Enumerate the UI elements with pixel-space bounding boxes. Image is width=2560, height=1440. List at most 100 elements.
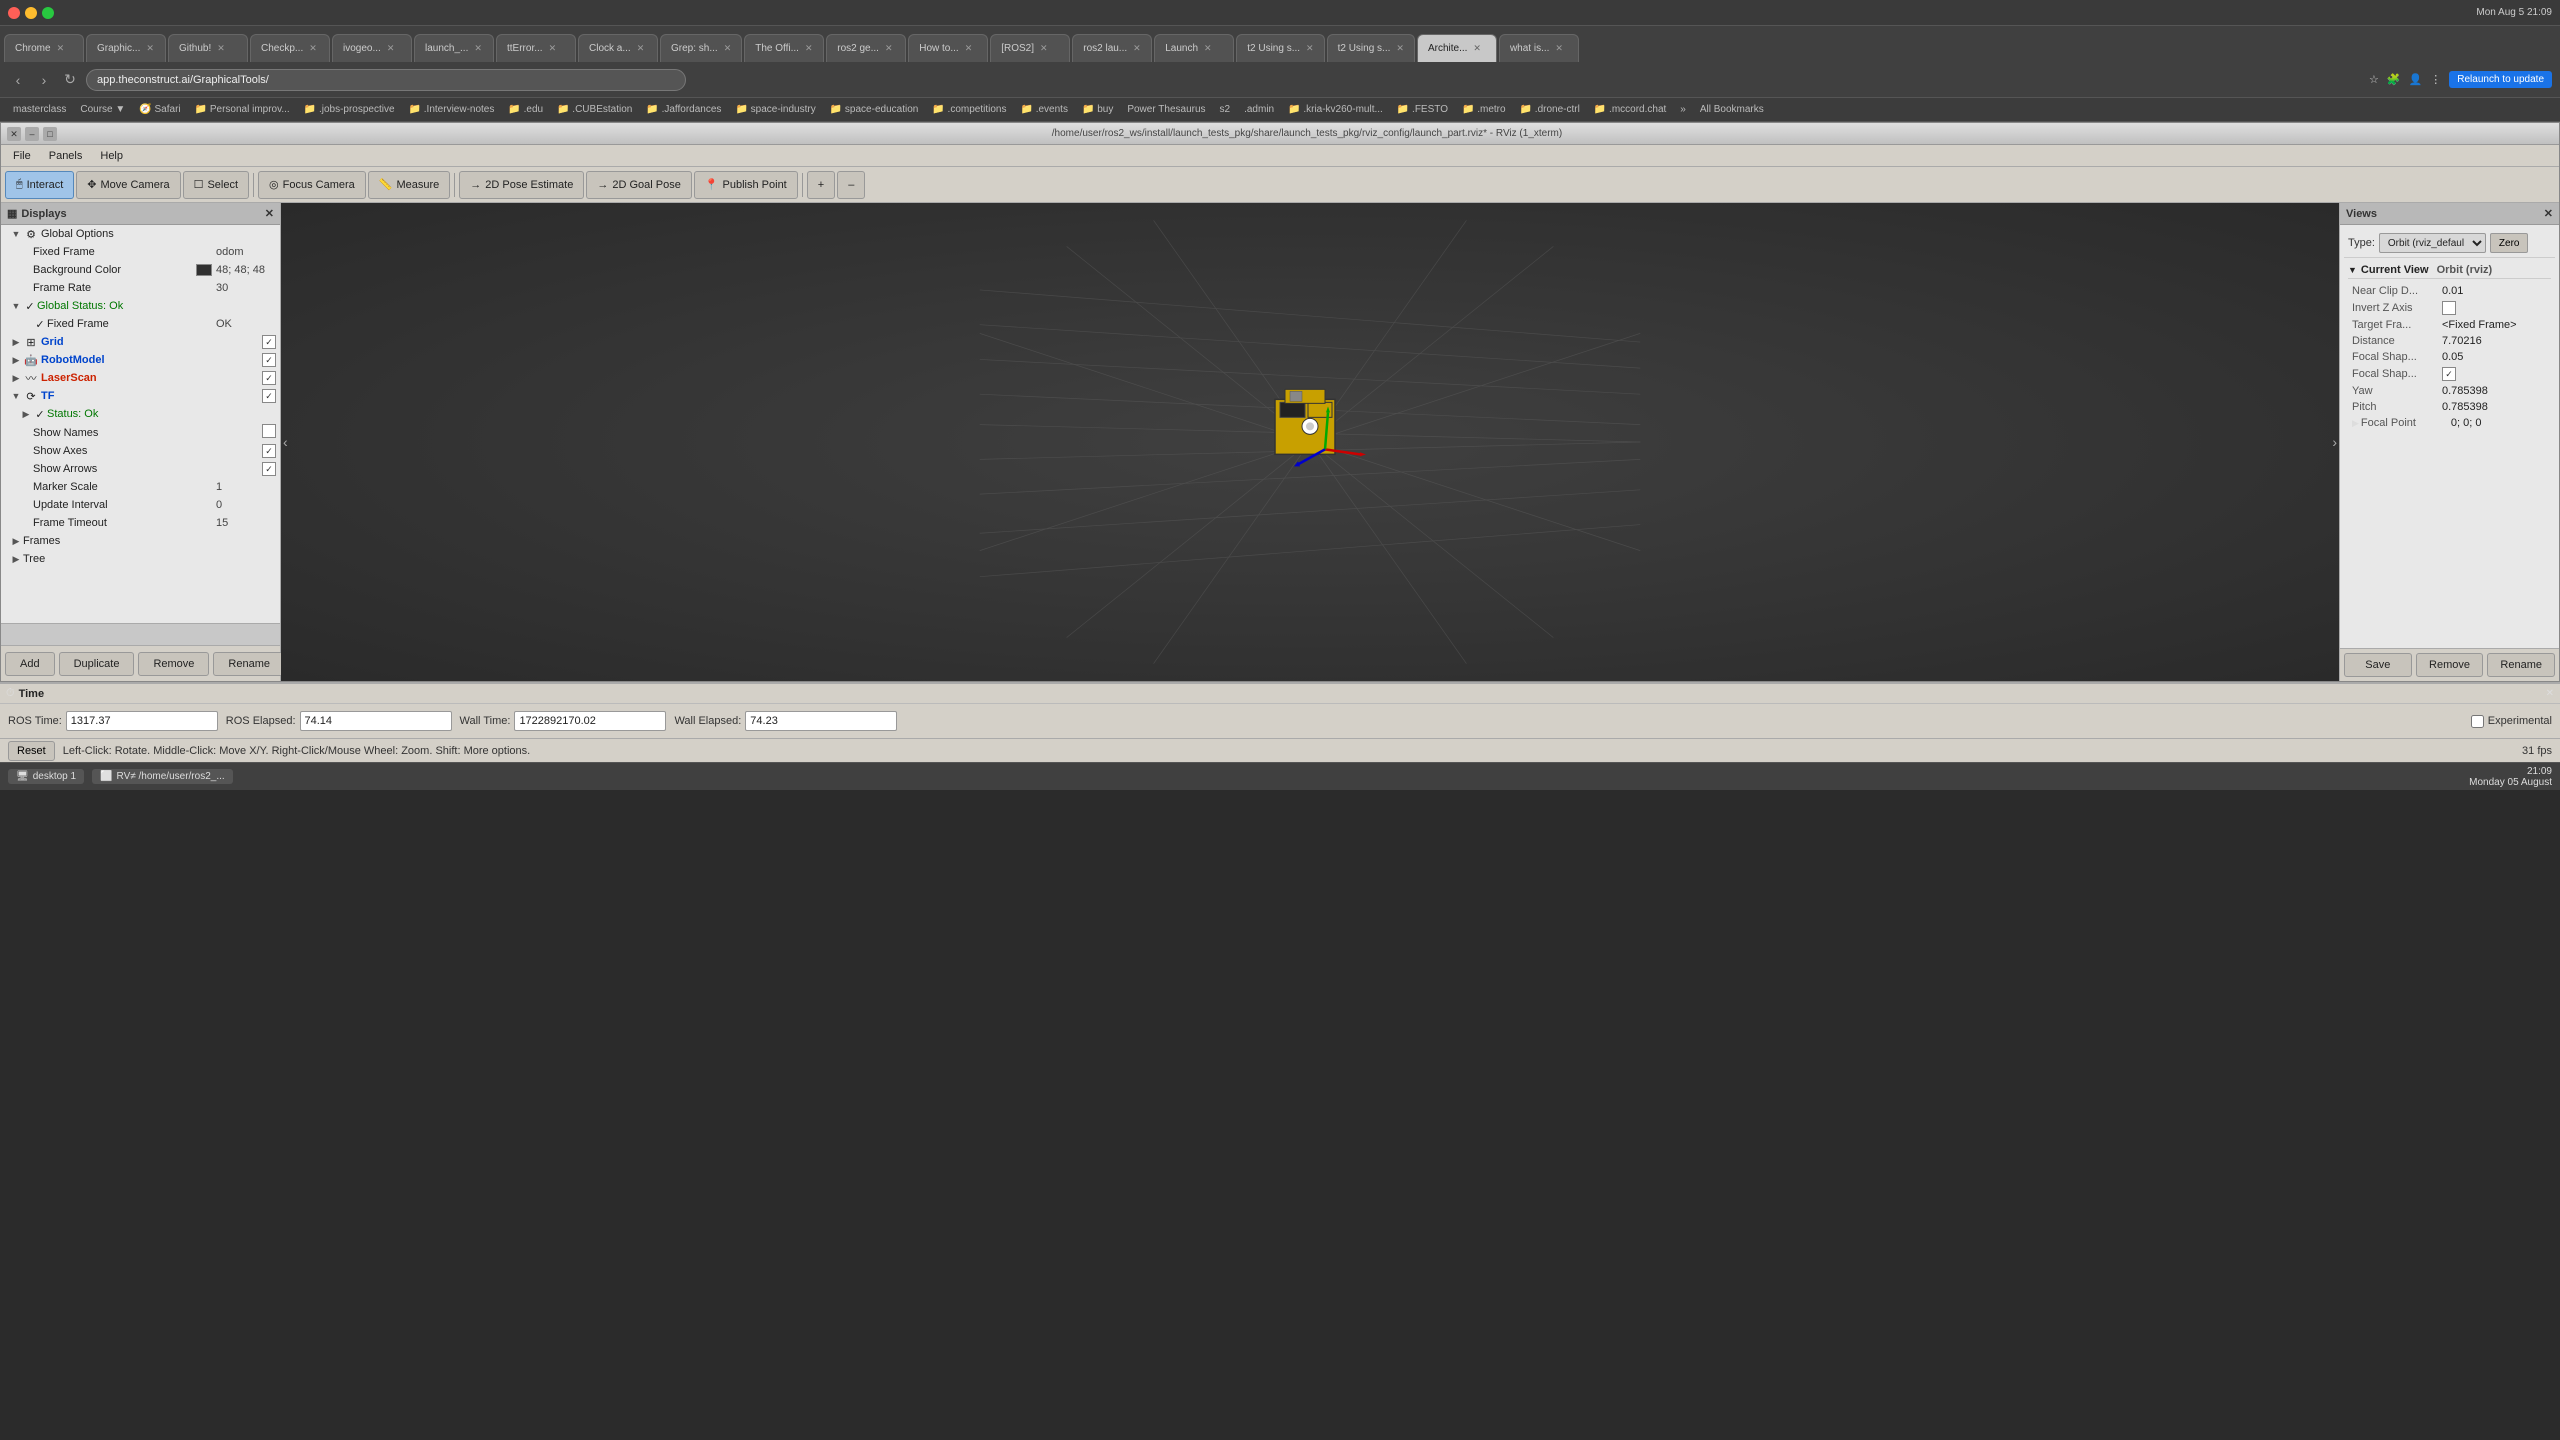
wall-elapsed-input[interactable]: [745, 711, 897, 731]
tab-using2[interactable]: t2 Using s...✕: [1327, 34, 1415, 62]
show-arrows-checkbox[interactable]: [262, 462, 276, 476]
bm-space[interactable]: 📁 space-industry: [730, 102, 820, 117]
wall-time-input[interactable]: [514, 711, 666, 731]
tf-arrow[interactable]: ▼: [9, 389, 23, 403]
laserscan-checkbox[interactable]: [262, 371, 276, 385]
tf-checkbox[interactable]: [262, 389, 276, 403]
bm-jobs[interactable]: 📁 .jobs-prospective: [299, 102, 400, 117]
mac-window-controls[interactable]: [8, 7, 54, 19]
grid-arrow[interactable]: ▶: [9, 335, 23, 349]
win-close-btn[interactable]: ✕: [7, 127, 21, 141]
tree-frames[interactable]: ▶ Frames: [1, 532, 280, 550]
current-view-arrow[interactable]: ▼: [2348, 265, 2357, 275]
tree-tf[interactable]: ▼ ⟳ TF: [1, 387, 280, 405]
global-status-arrow[interactable]: ▼: [9, 299, 23, 313]
grid-checkbox[interactable]: [262, 335, 276, 349]
displays-close[interactable]: ✕: [265, 207, 274, 220]
bm-events[interactable]: 📁 .events: [1015, 102, 1072, 117]
ros-elapsed-input[interactable]: [300, 711, 452, 731]
minus-tool-button[interactable]: –: [837, 171, 865, 199]
tab-ivogeo[interactable]: ivogeo...✕: [332, 34, 412, 62]
win-max-btn[interactable]: □: [43, 127, 57, 141]
tab-grep[interactable]: Grep: sh...✕: [660, 34, 742, 62]
menu-icon[interactable]: ⋮: [2430, 73, 2441, 86]
tab-github[interactable]: Github!✕: [168, 34, 248, 62]
bm-allbookmarks[interactable]: All Bookmarks: [1695, 102, 1769, 117]
bm-jaff[interactable]: 📁 .Jaffordances: [641, 102, 726, 117]
relaunch-button[interactable]: Relaunch to update: [2449, 71, 2552, 88]
tab-whatis[interactable]: what is...✕: [1499, 34, 1579, 62]
win-min-btn[interactable]: –: [25, 127, 39, 141]
bm-masterclass[interactable]: masterclass: [8, 102, 71, 117]
tree-grid[interactable]: ▶ ⊞ Grid: [1, 333, 280, 351]
bm-s2[interactable]: s2: [1215, 102, 1236, 117]
bm-interview[interactable]: 📁 .Interview-notes: [404, 102, 500, 117]
tab-graphic[interactable]: Graphic...✕: [86, 34, 166, 62]
menu-help[interactable]: Help: [92, 148, 131, 164]
tab-clock[interactable]: Clock a...✕: [578, 34, 658, 62]
interact-button[interactable]: 🖱 Interact: [5, 171, 74, 199]
profile-icon[interactable]: 👤: [2409, 73, 2423, 86]
tab-using1[interactable]: t2 Using s...✕: [1236, 34, 1324, 62]
taskbar-rviz[interactable]: ⬜ RV≠ /home/user/ros2_...: [92, 769, 233, 784]
add-tool-button[interactable]: +: [807, 171, 835, 199]
global-options-arrow[interactable]: ▼: [9, 227, 23, 241]
close-dot[interactable]: [8, 7, 20, 19]
reset-button[interactable]: Reset: [8, 741, 55, 761]
bm-kria[interactable]: 📁 .kria-kv260-mult...: [1283, 102, 1388, 117]
back-button[interactable]: ‹: [8, 70, 28, 90]
tab-tterror[interactable]: ttError...✕: [496, 34, 576, 62]
tree-arrow[interactable]: ▶: [9, 552, 23, 566]
bm-comp[interactable]: 📁 .competitions: [927, 102, 1011, 117]
tab-launch2[interactable]: Launch✕: [1154, 34, 1234, 62]
focal-point-arrow[interactable]: ▶: [2352, 418, 2359, 429]
bm-course[interactable]: Course ▼: [75, 102, 130, 117]
rename-view-button[interactable]: Rename: [2487, 653, 2555, 677]
address-input[interactable]: [86, 69, 686, 91]
tab-checkp[interactable]: Checkp...✕: [250, 34, 330, 62]
taskbar-desktop[interactable]: 🖥 desktop 1: [8, 769, 84, 784]
bm-powerthes[interactable]: Power Thesaurus: [1122, 102, 1210, 117]
measure-button[interactable]: 📏 Measure: [368, 171, 451, 199]
viewport-arrow-left[interactable]: ‹: [283, 434, 288, 450]
add-button[interactable]: Add: [5, 652, 55, 676]
goal-pose-button[interactable]: → 2D Goal Pose: [586, 171, 691, 199]
bm-metro[interactable]: 📁 .metro: [1457, 102, 1511, 117]
type-select[interactable]: Orbit (rviz_defaul: [2379, 233, 2486, 253]
maximize-dot[interactable]: [42, 7, 54, 19]
tab-launch[interactable]: launch_...✕: [414, 34, 494, 62]
select-button[interactable]: ☐ Select: [183, 171, 249, 199]
tree-robotmodel[interactable]: ▶ 🤖 RobotModel: [1, 351, 280, 369]
tree-global-options[interactable]: ▼ ⚙ Global Options: [1, 225, 280, 243]
bm-more[interactable]: »: [1675, 102, 1691, 117]
duplicate-button[interactable]: Duplicate: [59, 652, 135, 676]
tab-ros2[interactable]: [ROS2]✕: [990, 34, 1070, 62]
viewport-3d[interactable]: ‹: [281, 203, 2339, 681]
focal-shape-checkbox[interactable]: [2442, 367, 2456, 381]
tab-ros2lau[interactable]: ros2 lau...✕: [1072, 34, 1152, 62]
bm-personal[interactable]: 📁 Personal improv...: [190, 102, 295, 117]
tree-laserscan[interactable]: ▶ 〰 LaserScan: [1, 369, 280, 387]
forward-button[interactable]: ›: [34, 70, 54, 90]
bm-cube[interactable]: 📁 .CUBEstation: [552, 102, 637, 117]
bm-buy[interactable]: 📁 buy: [1077, 102, 1118, 117]
bm-admin[interactable]: .admin: [1239, 102, 1279, 117]
frames-arrow[interactable]: ▶: [9, 534, 23, 548]
remove-display-button[interactable]: Remove: [138, 652, 209, 676]
menu-file[interactable]: File: [5, 148, 39, 164]
rename-display-button[interactable]: Rename: [213, 652, 285, 676]
bookmark-icon[interactable]: ☆: [2369, 73, 2379, 86]
save-view-button[interactable]: Save: [2344, 653, 2412, 677]
laserscan-arrow[interactable]: ▶: [9, 371, 23, 385]
menu-panels[interactable]: Panels: [41, 148, 91, 164]
tab-howto[interactable]: How to...✕: [908, 34, 988, 62]
publish-point-button[interactable]: 📍 Publish Point: [694, 171, 798, 199]
views-close[interactable]: ✕: [2544, 207, 2553, 220]
viewport-canvas[interactable]: ‹: [281, 203, 2339, 681]
bm-edu[interactable]: 📁 .edu: [503, 102, 548, 117]
move-camera-button[interactable]: ✥ Move Camera: [76, 171, 180, 199]
focus-camera-button[interactable]: ◎ Focus Camera: [258, 171, 366, 199]
tab-ros2ge[interactable]: ros2 ge...✕: [826, 34, 906, 62]
show-axes-checkbox[interactable]: [262, 444, 276, 458]
bm-safari[interactable]: 🧭 Safari: [134, 102, 185, 117]
